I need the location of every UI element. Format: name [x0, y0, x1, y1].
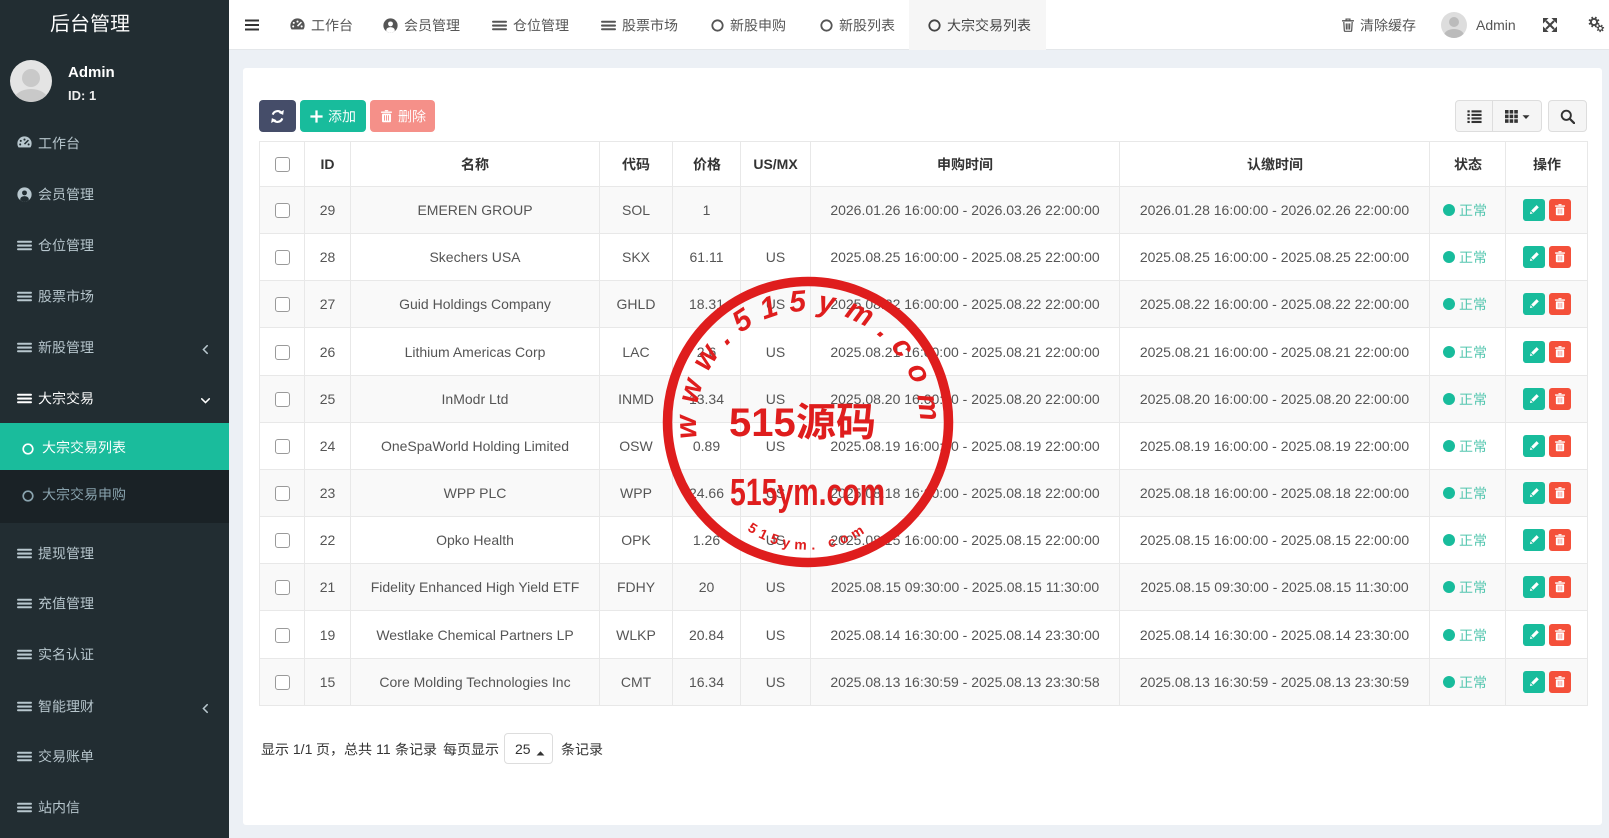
svg-text:515ym.com: 515ym.com [730, 472, 885, 514]
svg-text:515: 515 [729, 401, 796, 445]
svg-text:www.515ym.com: www.515ym.com [670, 285, 947, 440]
svg-text:515ym. com: 515ym. com [745, 519, 870, 553]
